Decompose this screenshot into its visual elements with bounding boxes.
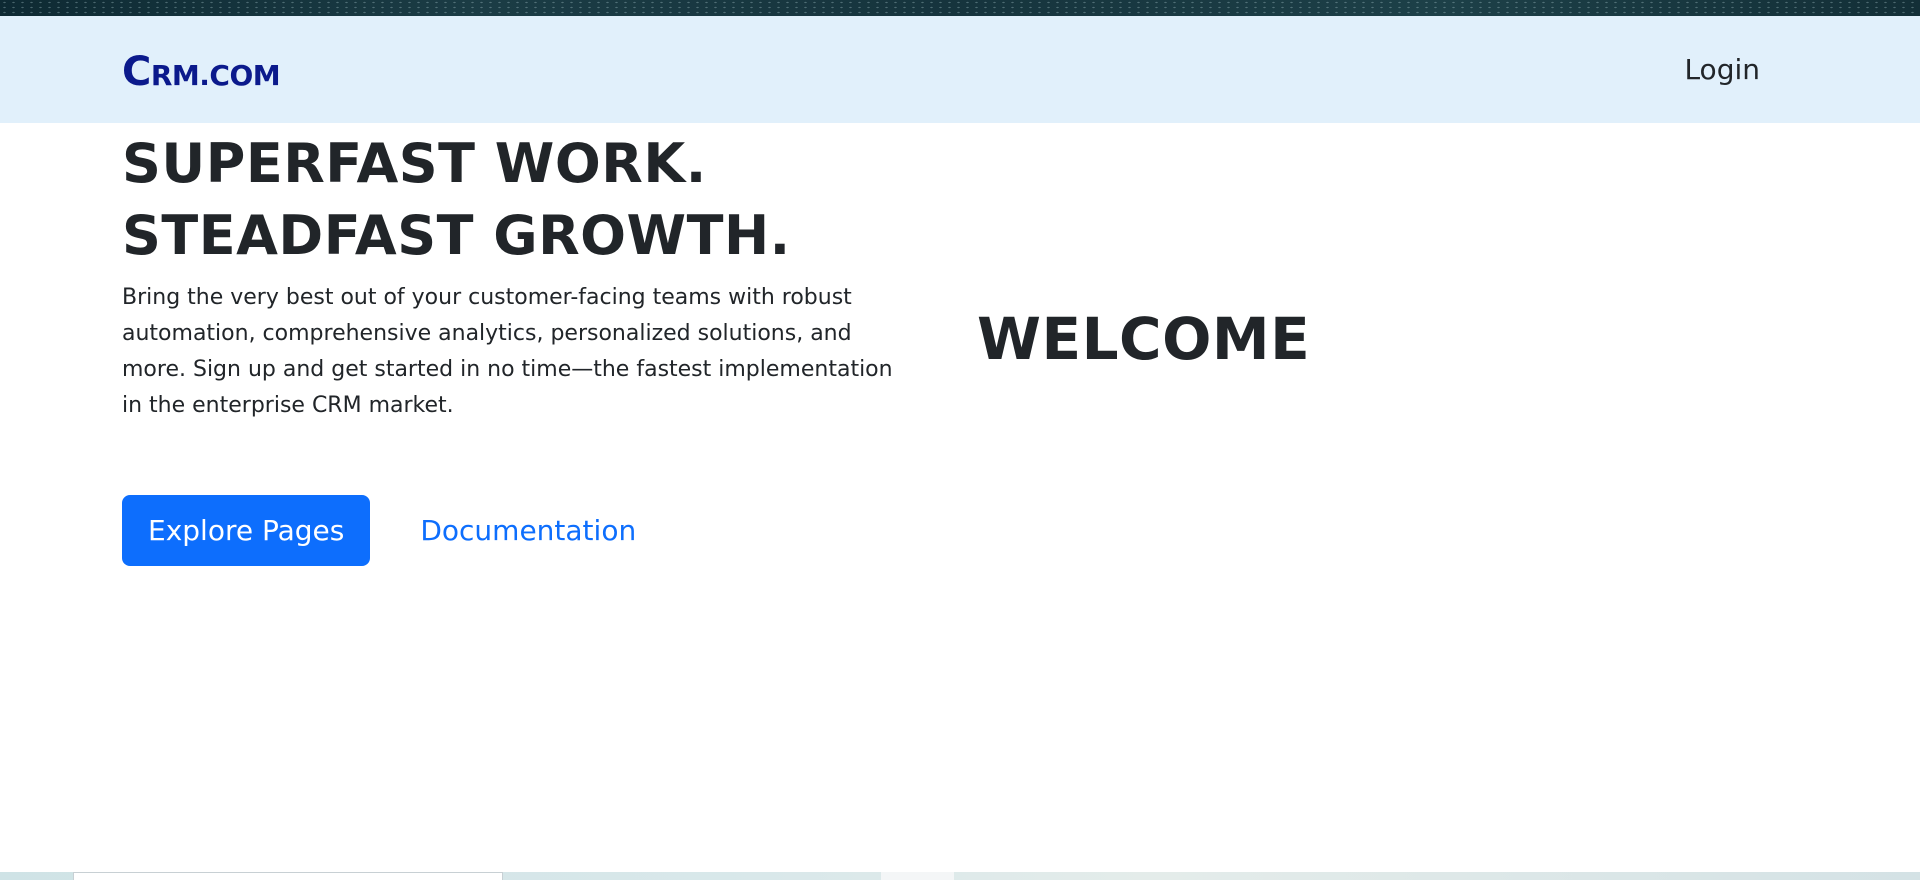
- footer-tab-edge: [881, 872, 954, 880]
- login-link[interactable]: Login: [1684, 52, 1760, 88]
- navbar: CRM.COM Login: [0, 16, 1920, 123]
- background-image-strip: [0, 0, 1920, 16]
- brand-initial: C: [122, 49, 151, 95]
- documentation-link[interactable]: Documentation: [420, 495, 636, 566]
- headline-line-2: STEADFAST GROWTH.: [122, 204, 791, 267]
- footer-card-edge: [73, 872, 503, 880]
- explore-pages-button[interactable]: Explore Pages: [122, 495, 371, 566]
- brand-rest: RM.COM: [150, 59, 281, 92]
- hero-headline: SUPERFAST WORK. STEADFAST GROWTH.: [122, 128, 942, 272]
- hero-lead-text: Bring the very best out of your customer…: [122, 285, 893, 418]
- headline-line-1: SUPERFAST WORK.: [122, 132, 707, 195]
- brand-logo[interactable]: CRM.COM: [122, 49, 281, 95]
- cta-row: Explore Pages Documentation: [122, 495, 636, 566]
- page: CRM.COM Login SUPERFAST WORK. STEADFAST …: [0, 0, 1920, 880]
- welcome-title: WELCOME: [977, 305, 1311, 373]
